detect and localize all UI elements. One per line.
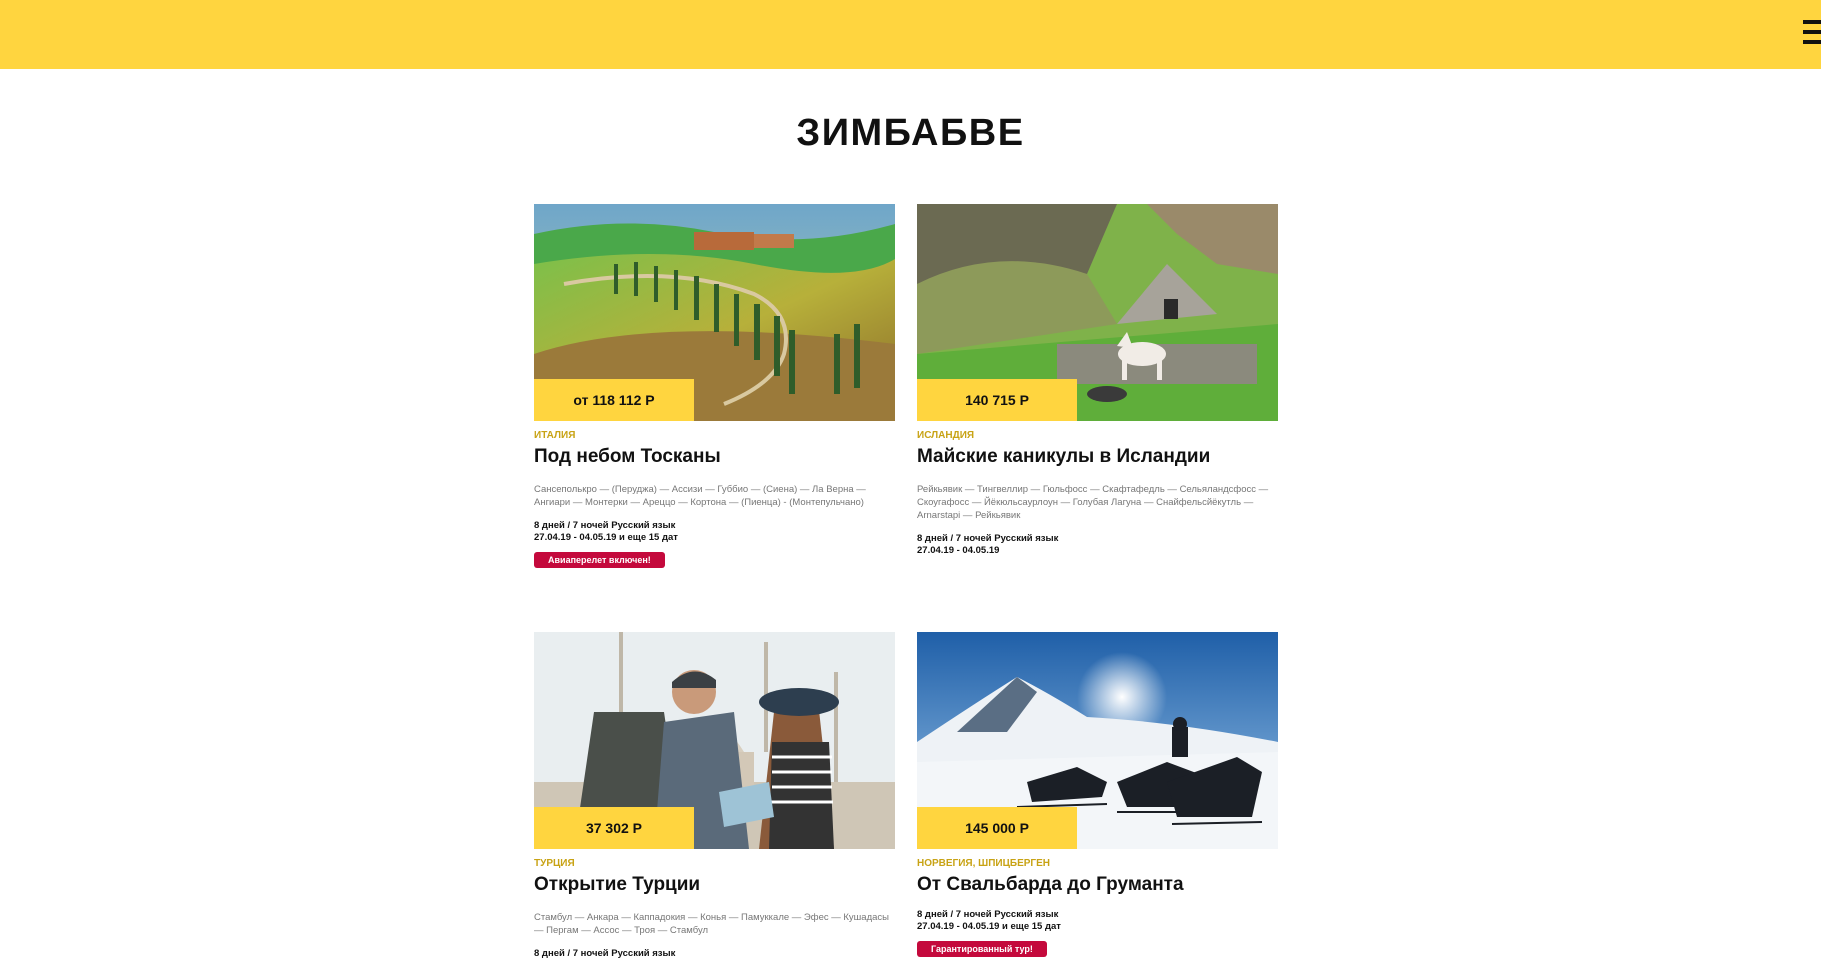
tour-route: Стамбул — Анкара — Каппадокия — Конья — … [534, 912, 889, 936]
tour-price: 140 715 Р [917, 379, 1077, 421]
flight-included-badge[interactable]: Авиаперелет включен! [534, 552, 665, 568]
tour-dates: 27.04.19 - 04.05.19 [917, 545, 1000, 556]
tour-price: от 118 112 Р [534, 379, 694, 421]
tour-dates: 27.04.19 - 04.05.19 и еще 15 дат [534, 532, 678, 543]
tour-photo-iceland[interactable]: 140 715 Р [917, 204, 1278, 421]
tour-dates: 27.04.19 - 04.05.19 и еще 15 дат [917, 921, 1061, 932]
tour-title[interactable]: Открытие Турции [534, 873, 895, 897]
tour-card-norway[interactable]: 145 000 Р НОРВЕГИЯ, ШПИЦБЕРГЕН От Свальб… [917, 632, 1278, 957]
tour-card-turkey[interactable]: 37 302 Р ТУРЦИЯ Открытие Турции Стамбул … [534, 632, 895, 960]
tour-route: Рейкьявик — Тингвеллир — Гюльфосс — Скаф… [917, 484, 1269, 521]
hamburger-menu-icon[interactable] [1803, 20, 1821, 48]
tour-price: 145 000 Р [917, 807, 1077, 849]
top-header [0, 0, 1821, 69]
tour-card-italy[interactable]: от 118 112 Р ИТАЛИЯ Под небом Тосканы Са… [534, 204, 895, 568]
tour-title[interactable]: Под небом Тосканы [534, 445, 895, 469]
tour-title[interactable]: Майские каникулы в Исландии [917, 445, 1278, 469]
tour-price: 37 302 Р [534, 807, 694, 849]
guaranteed-tour-badge[interactable]: Гарантированный тур! [917, 941, 1047, 957]
tour-country: ИСЛАНДИЯ [917, 430, 975, 441]
tour-duration: 8 дней / 7 ночей Русский язык [917, 909, 1059, 920]
tour-card-iceland[interactable]: 140 715 Р ИСЛАНДИЯ Майские каникулы в Ис… [917, 204, 1278, 557]
tour-title[interactable]: От Свальбарда до Груманта [917, 873, 1278, 897]
tour-country: ИТАЛИЯ [534, 430, 576, 441]
page-title: ЗИМБАБВЕ [796, 112, 1025, 154]
tour-country: ТУРЦИЯ [534, 858, 575, 869]
tour-photo-tuscany[interactable]: от 118 112 Р [534, 204, 895, 421]
tour-country: НОРВЕГИЯ, ШПИЦБЕРГЕН [917, 858, 1050, 869]
tour-photo-svalbard[interactable]: 145 000 Р [917, 632, 1278, 849]
tour-duration: 8 дней / 7 ночей Русский язык [534, 520, 676, 531]
tour-duration: 8 дней / 7 ночей Русский язык [917, 533, 1059, 544]
tour-duration: 8 дней / 7 ночей Русский язык [534, 948, 676, 959]
tour-photo-turkey[interactable]: 37 302 Р [534, 632, 895, 849]
tour-route: Сансеполькро — (Перуджа) — Ассизи — Губб… [534, 484, 866, 508]
